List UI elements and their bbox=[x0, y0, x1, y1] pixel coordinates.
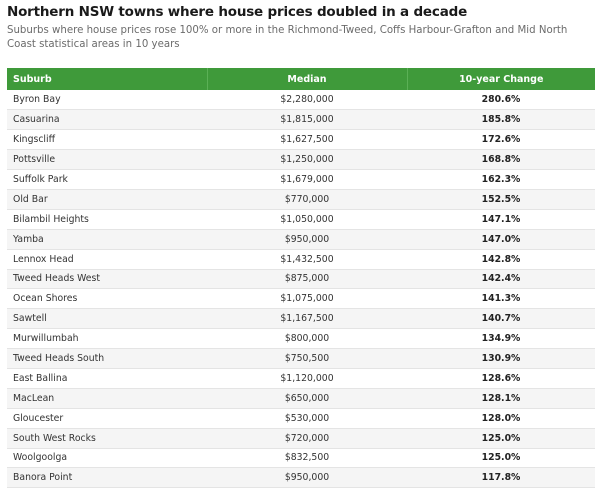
cell-suburb: Tweed Heads South bbox=[7, 348, 207, 369]
cell-change: 141.3% bbox=[407, 288, 595, 310]
cell-change: 172.6% bbox=[407, 129, 595, 151]
cell-change: 142.4% bbox=[407, 269, 595, 290]
table-header: Suburb Median 10-year Change bbox=[7, 68, 595, 90]
cell-suburb: Pottsville bbox=[7, 149, 207, 171]
table-row: Banora Point $950,000 117.8% bbox=[7, 467, 595, 489]
table-row: MacLean $650,000 128.1% bbox=[7, 388, 595, 409]
cell-suburb: Gloucester bbox=[7, 408, 207, 429]
table-row: Old Bar $770,000 152.5% bbox=[7, 189, 595, 210]
table-row: Tweed Heads West $875,000 142.4% bbox=[7, 269, 595, 290]
table-row: Woolgoolga $832,500 125.0% bbox=[7, 448, 595, 469]
cell-change: 128.6% bbox=[407, 368, 595, 389]
cell-suburb: Murwillumbah bbox=[7, 328, 207, 350]
table-row: Tweed Heads South $750,500 130.9% bbox=[7, 348, 595, 369]
table-row: Casuarina $1,815,000 185.8% bbox=[7, 109, 595, 131]
cell-suburb: Woolgoolga bbox=[7, 448, 207, 469]
cell-suburb: Banora Point bbox=[7, 467, 207, 489]
chart-subtitle: Suburbs where house prices rose 100% or … bbox=[7, 25, 568, 50]
table-row: Ocean Shores $1,075,000 141.3% bbox=[7, 288, 595, 310]
header-row: Suburb Median 10-year Change bbox=[7, 68, 595, 90]
cell-change: 147.1% bbox=[407, 209, 595, 230]
table-row: Yamba $950,000 147.0% bbox=[7, 229, 595, 250]
table-body: Byron Bay $2,280,000 280.6% Casuarina $1,815… bbox=[7, 90, 595, 489]
column-header-change[interactable]: 10-year Change bbox=[406, 68, 595, 90]
table-row: Bilambil Heights $1,050,000 147.1% bbox=[7, 209, 595, 230]
cell-median: $1,627,500 bbox=[207, 129, 407, 151]
cell-median: $530,000 bbox=[207, 408, 407, 429]
cell-change: 130.9% bbox=[407, 348, 595, 369]
cell-median: $1,815,000 bbox=[207, 109, 407, 131]
cell-change: 125.0% bbox=[407, 448, 595, 469]
cell-change: 125.0% bbox=[407, 428, 595, 449]
table-row: Sawtell $1,167,500 140.7% bbox=[7, 308, 595, 330]
cell-median: $750,500 bbox=[207, 348, 407, 369]
table-row: East Ballina $1,120,000 128.6% bbox=[7, 368, 595, 389]
cell-change: 185.8% bbox=[407, 109, 595, 131]
cell-suburb: Old Bar bbox=[7, 189, 207, 210]
cell-median: $1,120,000 bbox=[207, 368, 407, 389]
cell-suburb: Tweed Heads West bbox=[7, 269, 207, 290]
cell-change: 140.7% bbox=[407, 308, 595, 330]
cell-median: $770,000 bbox=[207, 189, 407, 210]
cell-median: $1,679,000 bbox=[207, 169, 407, 190]
column-header-median[interactable]: Median bbox=[206, 68, 407, 90]
cell-change: 280.6% bbox=[407, 90, 595, 111]
cell-suburb: Yamba bbox=[7, 229, 207, 250]
cell-change: 142.8% bbox=[407, 249, 595, 270]
cell-median: $1,075,000 bbox=[207, 288, 407, 310]
data-table: Suburb Median 10-year Change Byron Bay $2… bbox=[7, 68, 595, 489]
cell-change: 128.1% bbox=[407, 388, 595, 409]
cell-median: $1,432,500 bbox=[207, 249, 407, 270]
cell-median: $1,250,000 bbox=[207, 149, 407, 171]
cell-median: $2,280,000 bbox=[207, 90, 407, 111]
table-row: Lennox Head $1,432,500 142.8% bbox=[7, 249, 595, 270]
cell-change: 152.5% bbox=[407, 189, 595, 210]
cell-median: $720,000 bbox=[207, 428, 407, 449]
cell-suburb: East Ballina bbox=[7, 368, 207, 389]
cell-suburb: MacLean bbox=[7, 388, 207, 409]
table-row: South West Rocks $720,000 125.0% bbox=[7, 428, 595, 449]
column-header-suburb[interactable]: Suburb bbox=[7, 68, 207, 90]
cell-suburb: Bilambil Heights bbox=[7, 209, 207, 230]
table-row: Gloucester $530,000 128.0% bbox=[7, 408, 595, 429]
cell-suburb: Suffolk Park bbox=[7, 169, 207, 190]
cell-suburb: Ocean Shores bbox=[7, 288, 207, 310]
cell-median: $650,000 bbox=[207, 388, 407, 409]
cell-median: $950,000 bbox=[207, 467, 407, 489]
cell-change: 162.3% bbox=[407, 169, 595, 190]
cell-median: $800,000 bbox=[207, 328, 407, 350]
cell-suburb: South West Rocks bbox=[7, 428, 207, 449]
cell-change: 147.0% bbox=[407, 229, 595, 250]
table-row: Kingscliff $1,627,500 172.6% bbox=[7, 129, 595, 151]
table-row: Pottsville $1,250,000 168.8% bbox=[7, 149, 595, 171]
cell-suburb: Kingscliff bbox=[7, 129, 207, 151]
cell-change: 168.8% bbox=[407, 149, 595, 171]
chart-title: Northern NSW towns where house prices do… bbox=[7, 4, 468, 20]
cell-suburb: Lennox Head bbox=[7, 249, 207, 270]
table-row: Suffolk Park $1,679,000 162.3% bbox=[7, 169, 595, 190]
cell-suburb: Casuarina bbox=[7, 109, 207, 131]
cell-median: $1,167,500 bbox=[207, 308, 407, 330]
cell-median: $832,500 bbox=[207, 448, 407, 469]
cell-suburb: Byron Bay bbox=[7, 90, 207, 111]
cell-suburb: Sawtell bbox=[7, 308, 207, 330]
table-row: Murwillumbah $800,000 134.9% bbox=[7, 328, 595, 350]
cell-median: $875,000 bbox=[207, 269, 407, 290]
table-row: Byron Bay $2,280,000 280.6% bbox=[7, 90, 595, 111]
cell-change: 128.0% bbox=[407, 408, 595, 429]
cell-change: 117.8% bbox=[407, 467, 595, 489]
cell-median: $1,050,000 bbox=[207, 209, 407, 230]
cell-change: 134.9% bbox=[407, 328, 595, 350]
cell-median: $950,000 bbox=[207, 229, 407, 250]
